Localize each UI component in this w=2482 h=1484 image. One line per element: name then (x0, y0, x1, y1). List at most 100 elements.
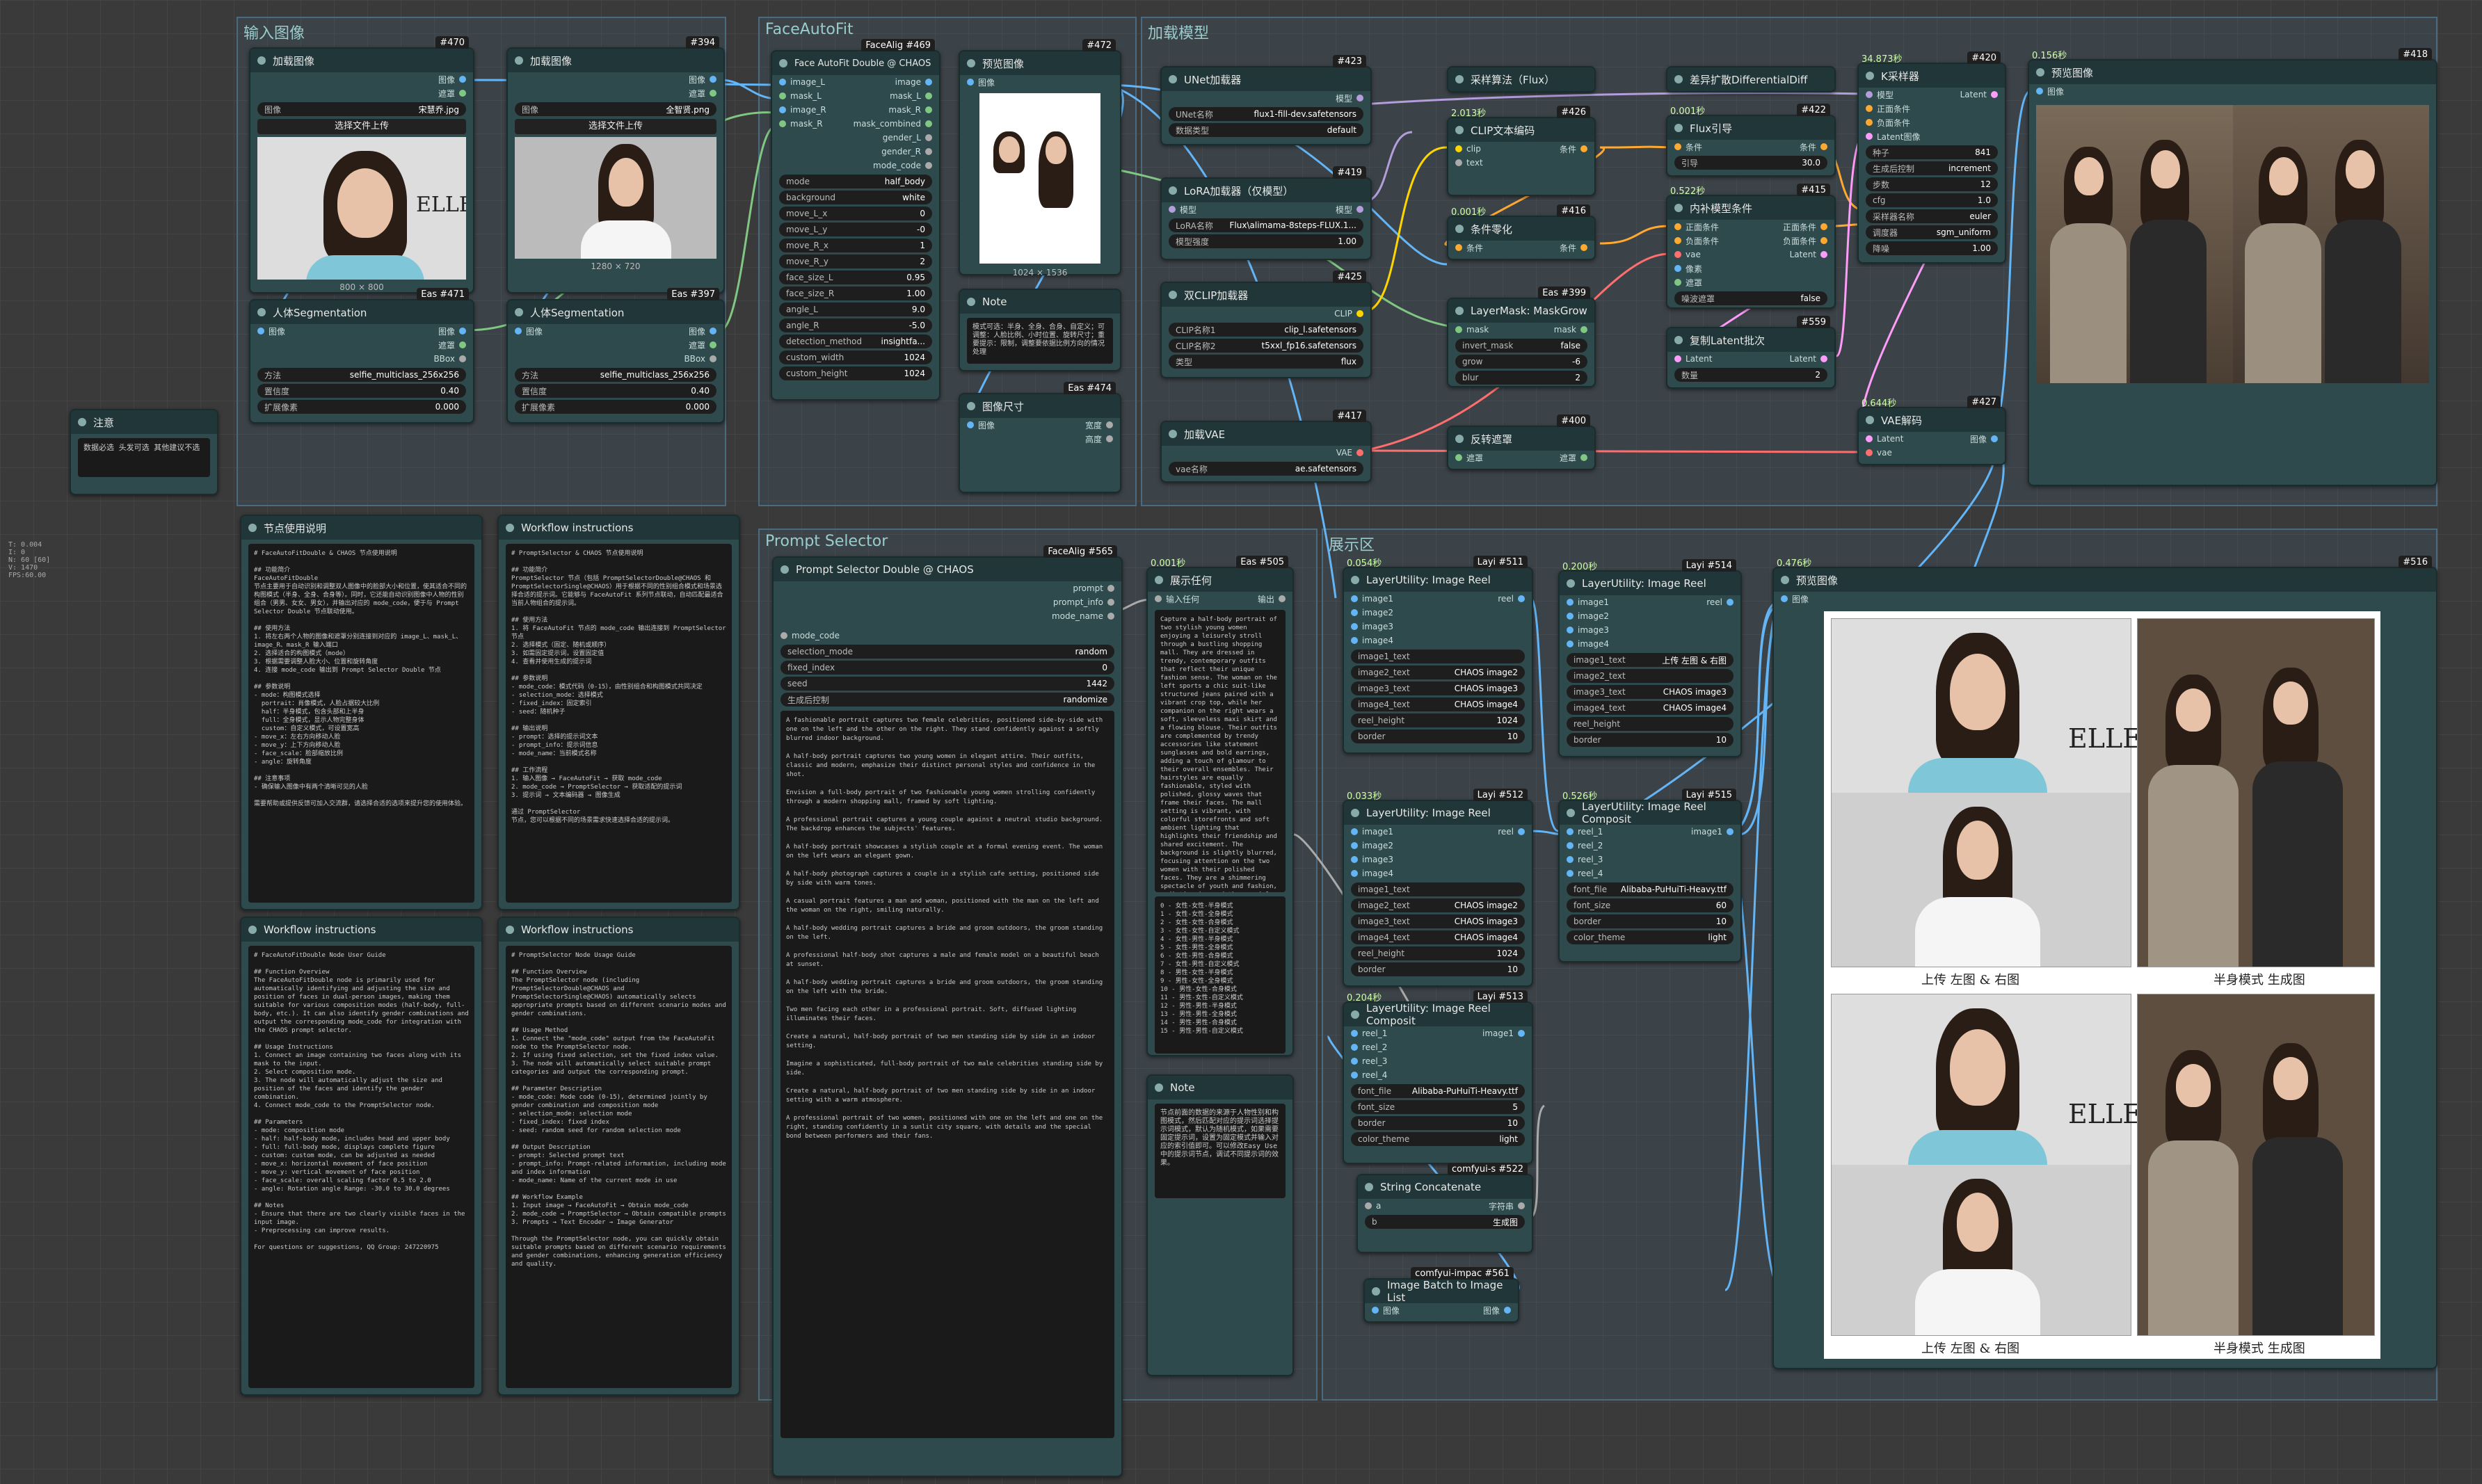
param-widget[interactable]: 步数 12 (1866, 177, 1998, 191)
image-reel-node-514[interactable]: 0.200秒 Layi #514 LayerUtility: Image Ree… (1558, 559, 1742, 757)
io-slot[interactable]: clip 条件 (1448, 142, 1594, 156)
node-header[interactable]: CLIP文本编码 (1448, 118, 1594, 142)
socket-icon[interactable] (925, 162, 932, 169)
socket-icon[interactable] (1820, 251, 1827, 258)
param-widget[interactable]: font_file Alibaba-PuHuiTi-Heavy.ttf (1567, 882, 1734, 896)
node-header[interactable]: 采样算法（Flux） (1448, 67, 1594, 91)
socket-icon[interactable] (1727, 828, 1734, 835)
socket-icon[interactable] (1356, 206, 1363, 213)
image-select-widget[interactable]: 图像 宋慧乔.jpg (257, 102, 466, 116)
description-node-2[interactable]: Workflow instructions # PromptSelector &… (497, 515, 740, 910)
output-slot[interactable]: 图像 (250, 72, 473, 86)
face-autofit-node-469[interactable]: FaceAlig #469 Face AutoFit Double @ CHAO… (771, 39, 940, 401)
param-widget[interactable]: move_R_x 1 (779, 239, 932, 252)
dual-clip-loader-node-425[interactable]: #425 双CLIP加载器 CLIP CLIP名称1 clip_l.safeten… (1160, 271, 1372, 378)
socket-icon[interactable] (1866, 91, 1873, 98)
param-widget[interactable]: mode half_body (779, 175, 932, 188)
param-widget[interactable]: seed 1442 (780, 677, 1114, 691)
node-header[interactable]: 条件零化 (1448, 217, 1594, 241)
io-slot[interactable]: mode_code (772, 159, 939, 172)
socket-icon[interactable] (459, 328, 466, 334)
io-slot[interactable]: Latent图像 (1859, 129, 2005, 143)
input-slot[interactable]: 图像 (1774, 592, 2436, 606)
param-widget[interactable]: font_file Alibaba-PuHuiTi-Heavy.ttf (1351, 1084, 1525, 1098)
socket-icon[interactable] (1106, 421, 1113, 428)
node-header[interactable]: 注意 (71, 410, 217, 434)
param-widget[interactable]: image2_text CHAOS image2 (1351, 898, 1525, 912)
socket-icon[interactable] (779, 120, 786, 127)
node-header[interactable]: UNet加载器 (1162, 67, 1370, 91)
upload-button[interactable]: 选择文件上传 (515, 119, 716, 134)
image-select-widget[interactable]: 图像 全智贤.png (515, 102, 716, 116)
param-widget[interactable]: image3_text CHAOS image3 (1351, 681, 1525, 695)
socket-icon[interactable] (1351, 842, 1358, 849)
socket-icon[interactable] (1820, 143, 1827, 150)
io-slot[interactable]: 条件 条件 (1448, 241, 1594, 255)
node-header[interactable]: Image Batch to Image List (1365, 1279, 1518, 1304)
socket-icon[interactable] (1674, 223, 1681, 230)
node-header[interactable]: Workflow instructions (241, 918, 481, 942)
confidence-widget[interactable]: 置信度 0.40 (257, 384, 466, 398)
collapse-dot-icon[interactable] (1674, 75, 1683, 83)
socket-icon[interactable] (925, 120, 932, 127)
socket-icon[interactable] (1580, 244, 1587, 251)
socket-icon[interactable] (1991, 91, 1998, 98)
param-widget[interactable]: angle_R -5.0 (779, 318, 932, 332)
param-widget[interactable]: image1_text (1351, 882, 1525, 896)
socket-icon[interactable] (1169, 206, 1176, 213)
io-slot[interactable]: gender_R (772, 145, 939, 159)
collapse-dot-icon[interactable] (1169, 75, 1177, 83)
socket-icon[interactable] (1356, 449, 1363, 456)
param-widget[interactable]: custom_width 1024 (779, 350, 932, 364)
socket-icon[interactable] (1351, 870, 1358, 877)
io-slot[interactable]: image1 reel (1344, 592, 1532, 606)
node-header[interactable]: 预览图像 (2029, 61, 2436, 84)
collapse-dot-icon[interactable] (506, 926, 514, 934)
socket-icon[interactable] (780, 632, 787, 639)
io-slot[interactable]: image3 (1344, 620, 1532, 634)
socket-icon[interactable] (1356, 310, 1363, 317)
io-slot[interactable]: reel_1 image1 (1560, 825, 1740, 839)
io-slot[interactable]: reel_1 image1 (1344, 1026, 1532, 1040)
strength-widget[interactable]: 模型强度 1.00 (1169, 234, 1363, 248)
collapse-dot-icon[interactable] (248, 524, 257, 532)
collapse-dot-icon[interactable] (515, 308, 523, 316)
socket-icon[interactable] (710, 341, 716, 348)
param-widget[interactable]: move_L_x 0 (779, 207, 932, 220)
collapse-dot-icon[interactable] (1169, 186, 1177, 195)
preview-image-node-472[interactable]: #472 预览图像 图像 1024 × 1536 (959, 39, 1121, 277)
show-any-node-505[interactable]: 0.001秒 Eas #505 展示任何 输入任何 输出 Capture a ha… (1146, 556, 1294, 1056)
socket-icon[interactable] (1567, 613, 1574, 620)
preview-image-node-418[interactable]: 0.156秒 #418 预览图像 图像 (2028, 48, 2437, 486)
node-header[interactable]: 节点使用说明 (241, 516, 481, 540)
node-header[interactable]: 反转遮罩 (1448, 427, 1594, 451)
collapse-dot-icon[interactable] (780, 565, 789, 574)
node-header[interactable]: LoRA加载器（仅模型） (1162, 179, 1370, 202)
output-slot[interactable]: 遮罩 (250, 338, 473, 352)
io-slot[interactable]: 模型 模型 (1162, 202, 1370, 216)
method-widget[interactable]: 方法 selfie_multiclass_256x256 (515, 368, 716, 382)
socket-icon[interactable] (1866, 105, 1873, 112)
socket-icon[interactable] (1351, 828, 1358, 835)
socket-icon[interactable] (257, 328, 264, 334)
socket-icon[interactable] (710, 90, 716, 97)
socket-icon[interactable] (967, 79, 974, 86)
socket-icon[interactable] (1351, 1030, 1358, 1037)
node-header[interactable]: LayerMask: MaskGrow (1448, 299, 1594, 323)
differential-diffusion-node[interactable]: 差异扩散DifferentialDiff (1666, 66, 1836, 92)
socket-icon[interactable] (515, 328, 522, 334)
image-batch-to-list-node-561[interactable]: comfyui-impac #561 Image Batch to Image … (1363, 1267, 1519, 1323)
param-widget[interactable]: move_L_y -0 (779, 223, 932, 236)
param-widget[interactable]: 降噪 1.00 (1866, 241, 1998, 255)
io-slot[interactable]: image1 reel (1344, 825, 1532, 839)
socket-icon[interactable] (1866, 133, 1873, 140)
socket-icon[interactable] (779, 92, 786, 99)
socket-icon[interactable] (1781, 595, 1788, 602)
collapse-dot-icon[interactable] (967, 402, 975, 410)
node-header[interactable]: Workflow instructions (499, 918, 739, 942)
socket-icon[interactable] (1567, 870, 1574, 877)
param-widget[interactable]: 生成后控制 randomize (780, 693, 1114, 707)
socket-icon[interactable] (1580, 326, 1587, 333)
node-header[interactable]: VAE解码 (1859, 408, 2005, 432)
node-header[interactable]: LayerUtility: Image Reel (1560, 572, 1740, 595)
